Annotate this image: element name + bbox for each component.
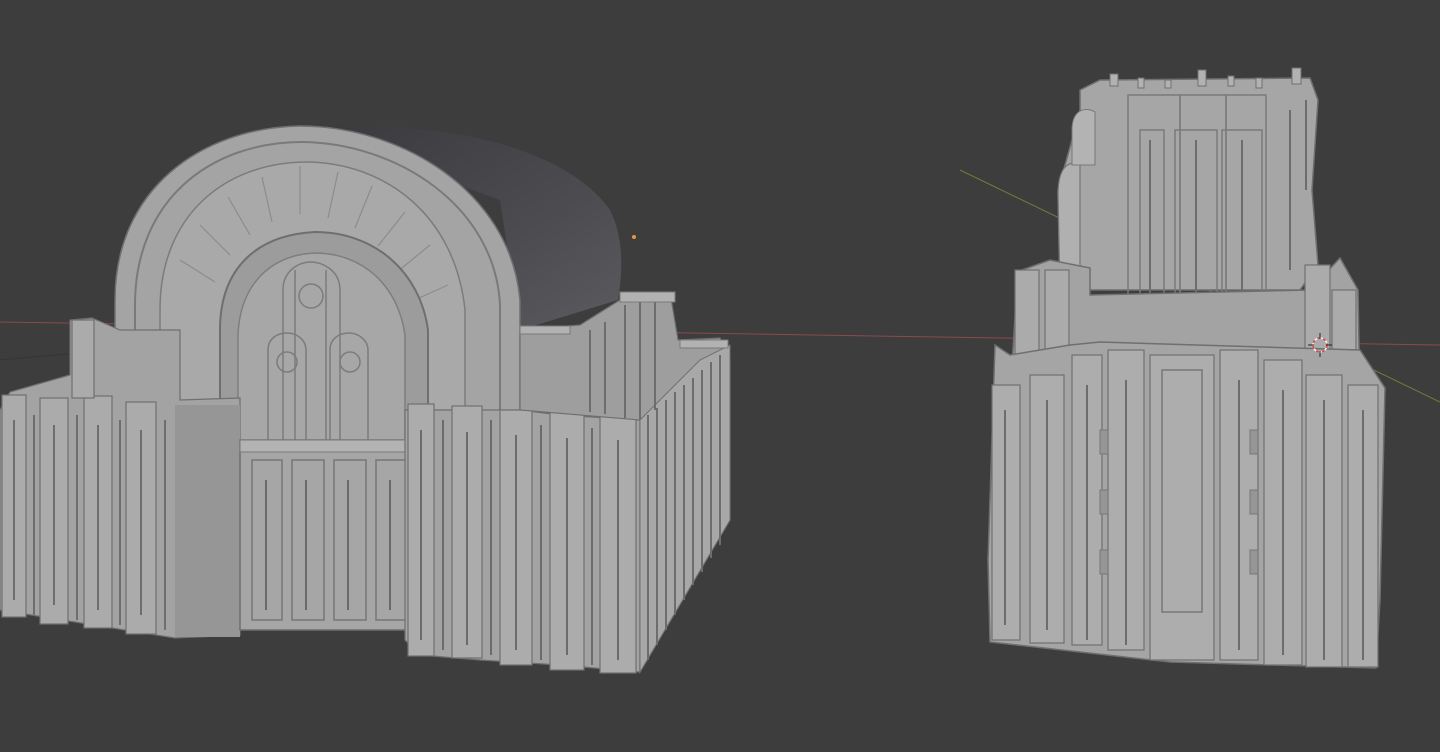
object-origin-icon[interactable] [632, 235, 636, 239]
lower-base-pilasters [991, 349, 1379, 668]
central-portal [239, 439, 416, 631]
inner-arch-panel [237, 252, 406, 446]
upper-tower-body [1057, 77, 1319, 291]
3d-viewport[interactable] [0, 0, 1440, 752]
upper-tower-rounded-side-2 [1071, 108, 1096, 166]
